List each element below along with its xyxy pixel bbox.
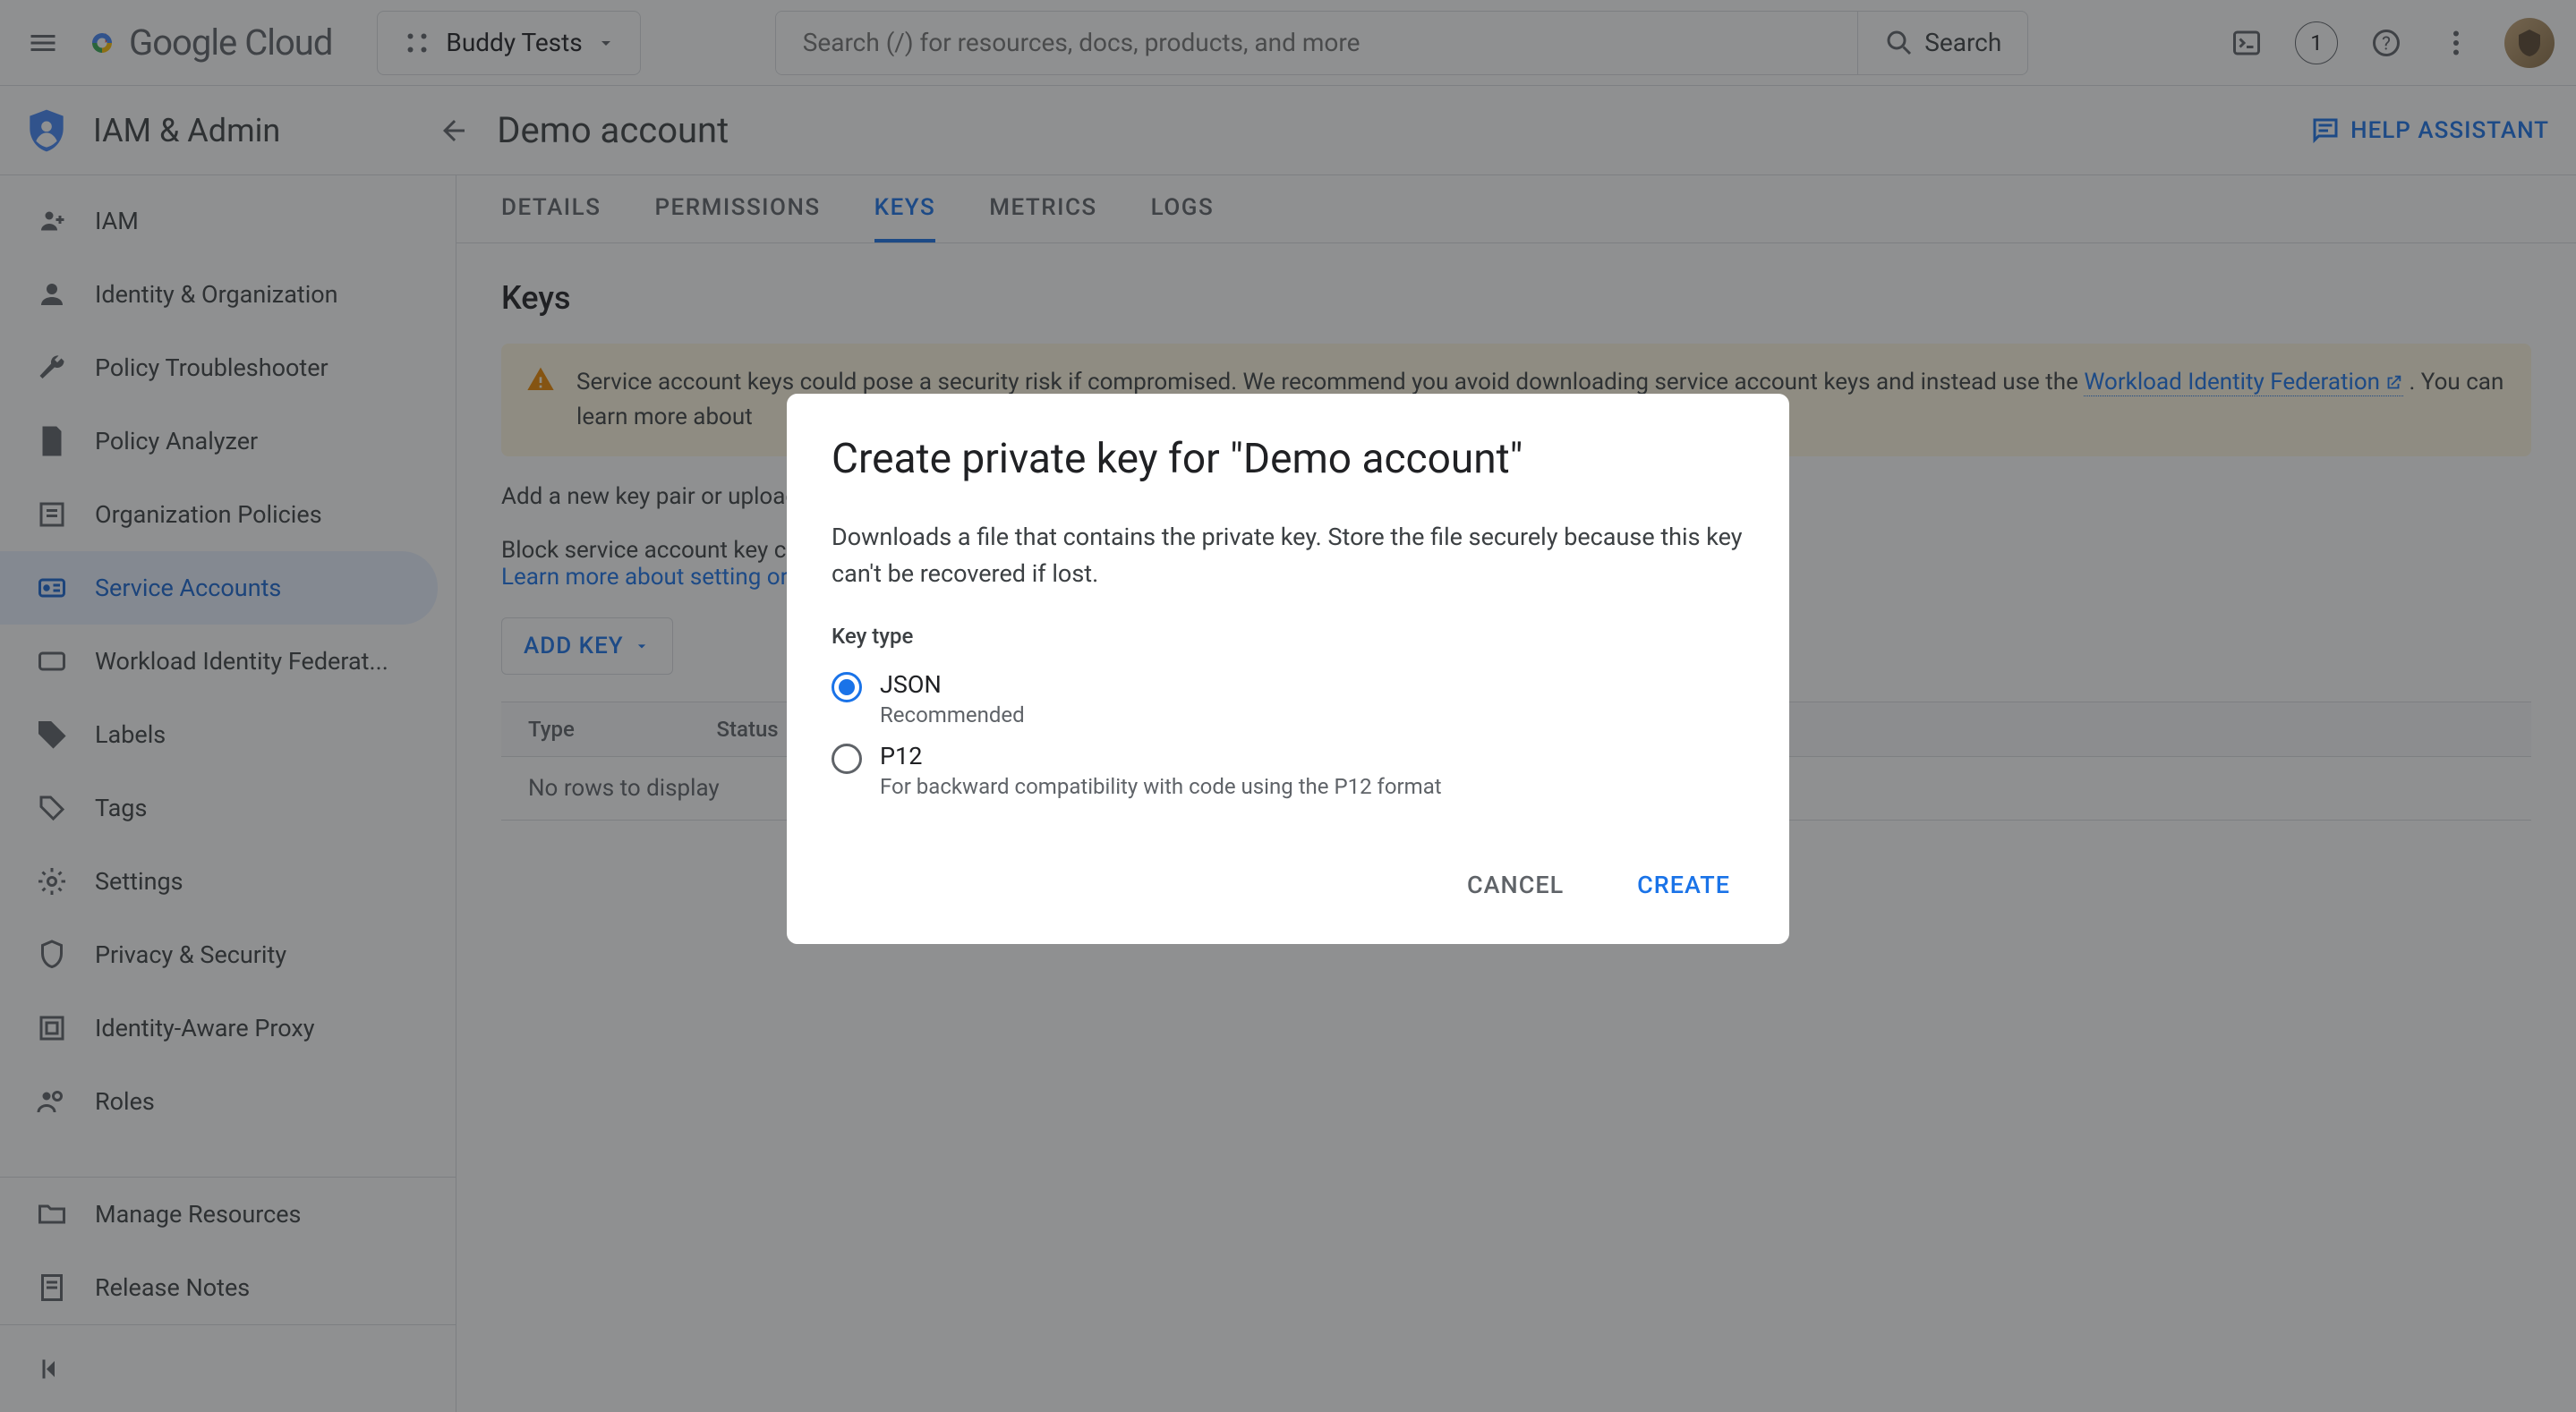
dialog-title: Create private key for "Demo account" — [832, 435, 1744, 483]
key-type-label: Key type — [832, 624, 1744, 649]
radio-p12-title: P12 — [880, 742, 1442, 770]
radio-p12-sub: For backward compatibility with code usi… — [880, 774, 1442, 799]
dialog-body: Downloads a file that contains the priva… — [832, 519, 1744, 591]
radio-p12[interactable]: P12 For backward compatibility with code… — [832, 735, 1744, 806]
radio-circle-icon — [832, 744, 862, 774]
radio-json[interactable]: JSON Recommended — [832, 663, 1744, 735]
radio-json-title: JSON — [880, 670, 1025, 699]
radio-json-sub: Recommended — [880, 702, 1025, 727]
radio-circle-icon — [832, 672, 862, 702]
create-button[interactable]: CREATE — [1623, 860, 1744, 910]
cancel-button[interactable]: CANCEL — [1453, 860, 1578, 910]
create-key-dialog: Create private key for "Demo account" Do… — [787, 394, 1789, 944]
modal-scrim[interactable]: Create private key for "Demo account" Do… — [0, 0, 2576, 1412]
